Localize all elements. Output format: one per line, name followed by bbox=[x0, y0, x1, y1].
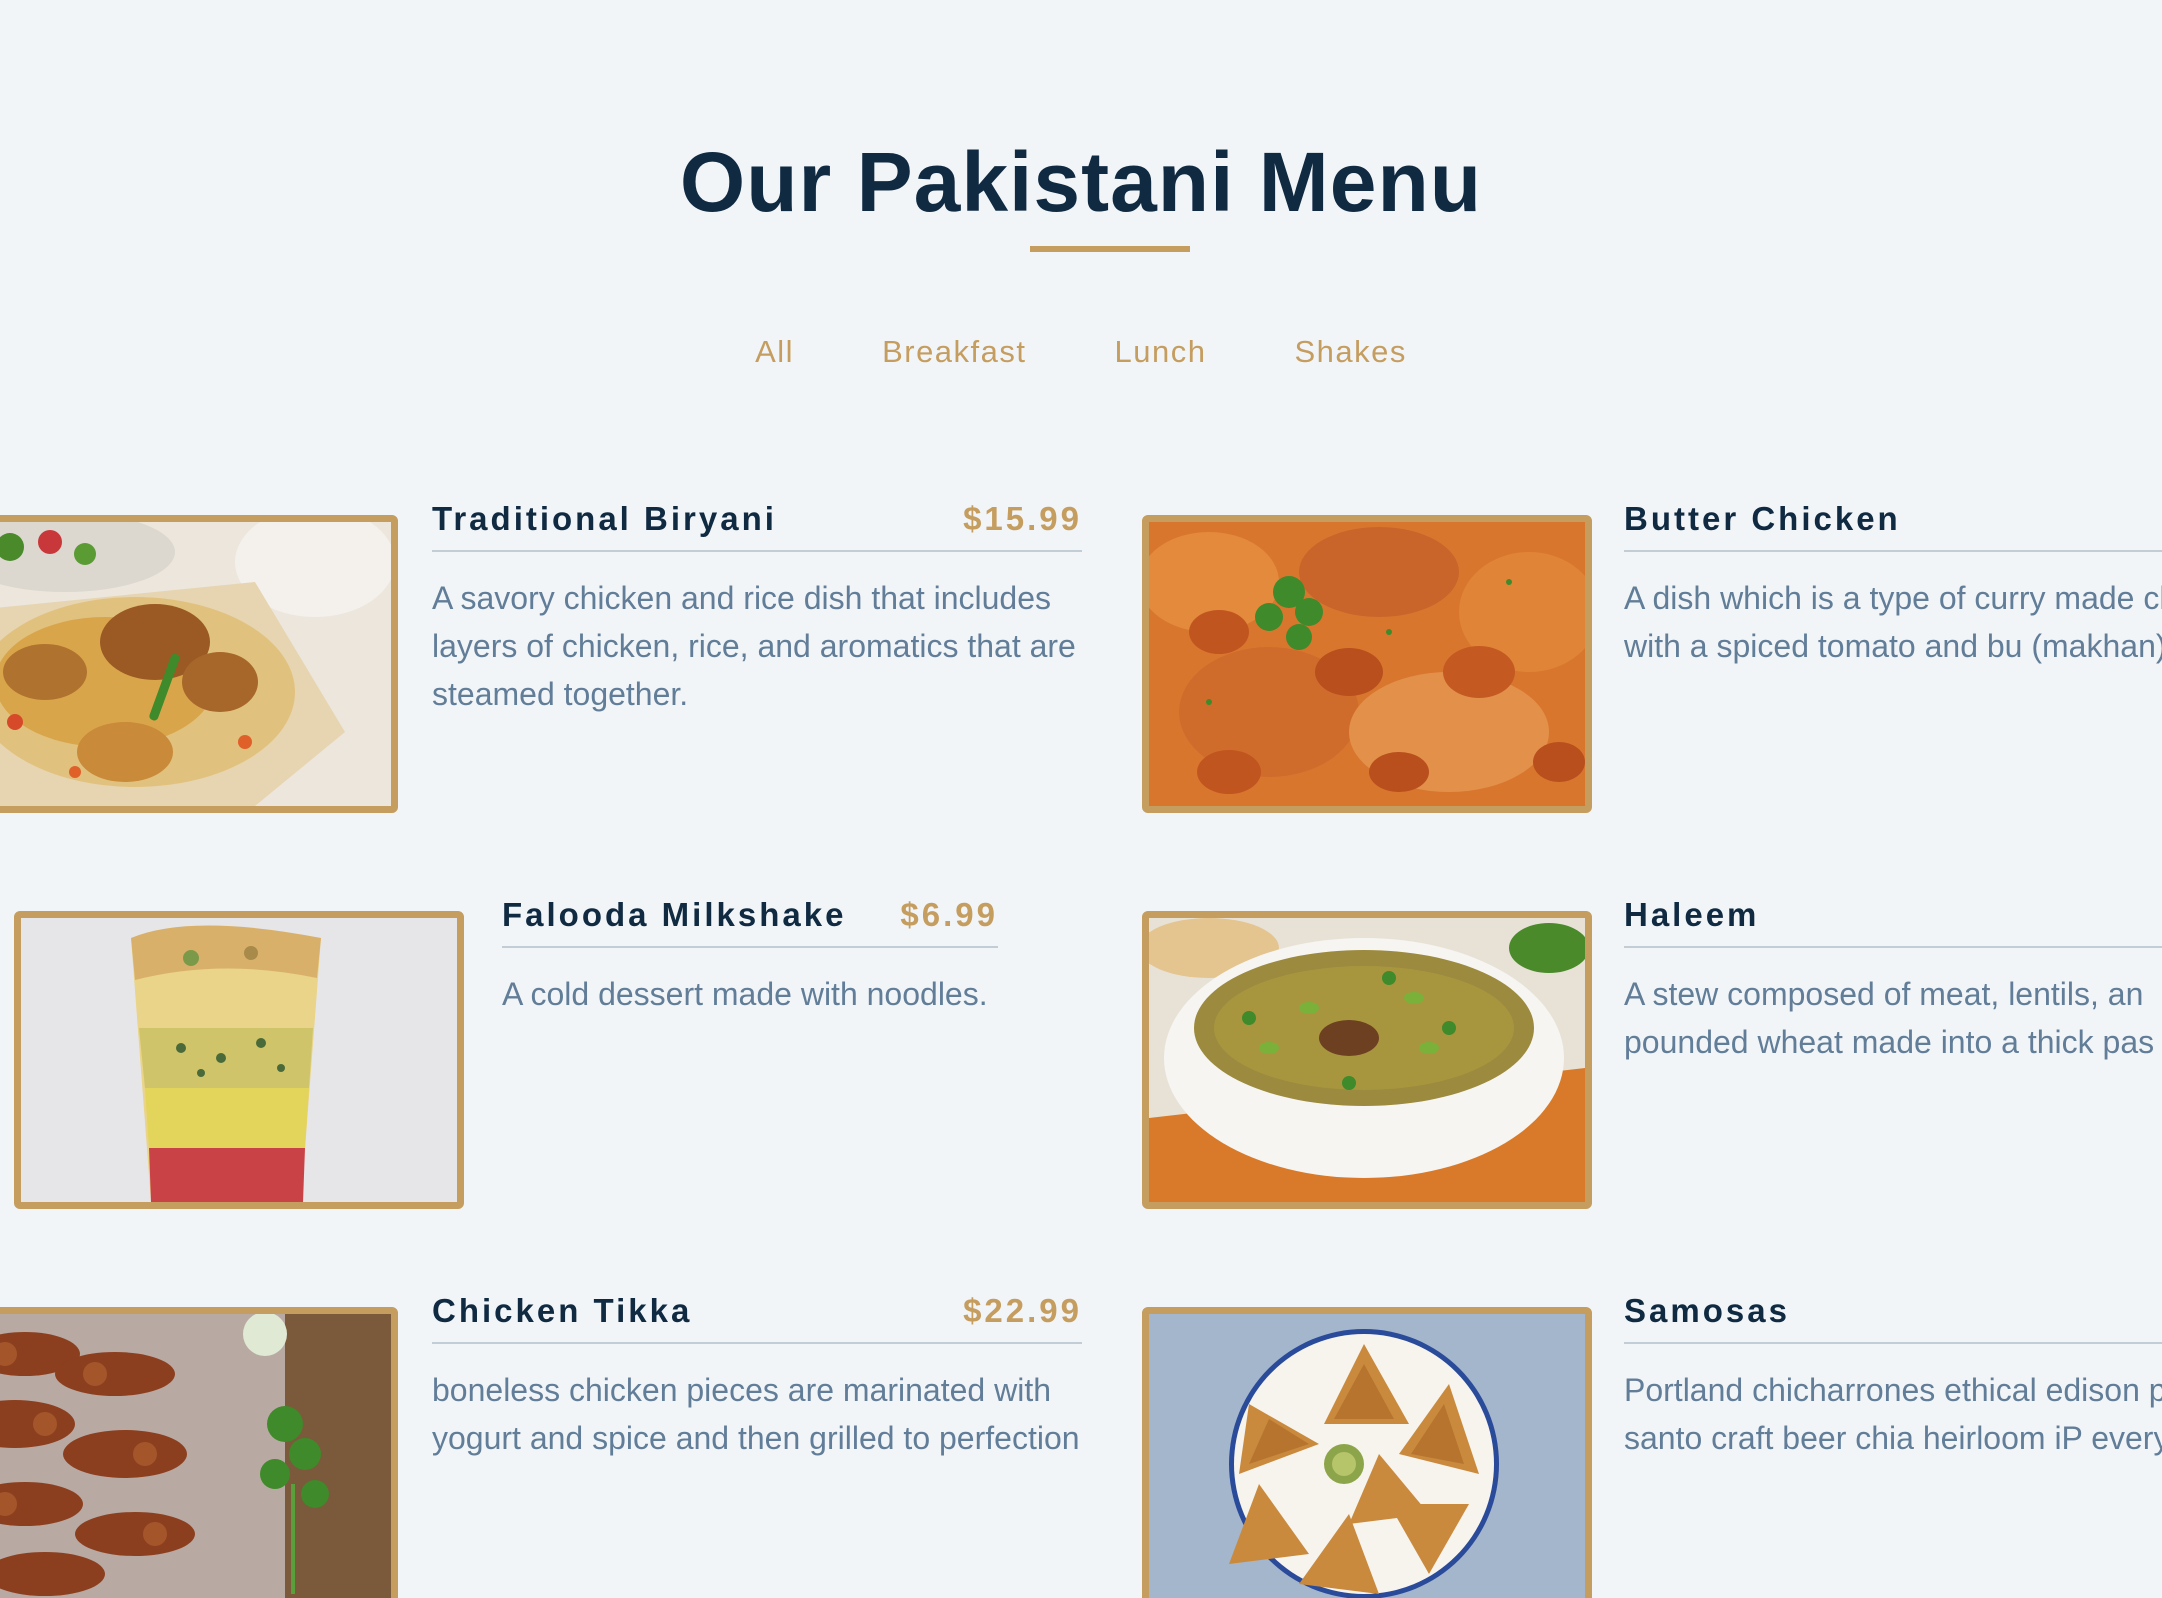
menu-item-info: Falooda Milkshake $6.99 A cold dessert m… bbox=[502, 896, 998, 1018]
biryani-photo bbox=[0, 515, 398, 813]
filter-button-lunch[interactable]: Lunch bbox=[1115, 328, 1207, 376]
menu-page: Our Pakistani Menu All Breakfast Lunch S… bbox=[0, 0, 2162, 1598]
menu-item-header: Samosas bbox=[1624, 1292, 2162, 1344]
menu-item-header: Falooda Milkshake $6.99 bbox=[502, 896, 998, 948]
chicken-tikka-photo bbox=[0, 1307, 398, 1598]
item-description: boneless chicken pieces are marinated wi… bbox=[432, 1372, 1080, 1456]
item-name: Traditional Biryani bbox=[432, 500, 777, 537]
menu-item-info: Traditional Biryani $15.99 A savory chic… bbox=[432, 500, 1082, 718]
menu-item-info: Samosas Portland chicharrones ethical ed… bbox=[1624, 1292, 2162, 1462]
item-name: Falooda Milkshake bbox=[502, 896, 847, 933]
title-underline bbox=[1030, 246, 1190, 252]
haleem-photo bbox=[1142, 911, 1592, 1209]
falooda-photo bbox=[14, 911, 464, 1209]
menu-item-info: Chicken Tikka $22.99 boneless chicken pi… bbox=[432, 1292, 1082, 1462]
menu-item-header: Chicken Tikka $22.99 bbox=[432, 1292, 1082, 1344]
menu-item-header: Haleem bbox=[1624, 896, 2162, 948]
item-description: A savory chicken and rice dish that incl… bbox=[432, 580, 1076, 712]
menu-item-header: Butter Chicken bbox=[1624, 500, 2162, 552]
item-name: Butter Chicken bbox=[1624, 500, 1901, 537]
item-price: $22.99 bbox=[963, 1292, 1082, 1329]
item-name: Haleem bbox=[1624, 896, 1760, 933]
filter-bar: All Breakfast Lunch Shakes bbox=[0, 328, 2162, 376]
samosas-photo bbox=[1142, 1307, 1592, 1598]
item-description: A stew composed of meat, lentils, an pou… bbox=[1624, 976, 2155, 1060]
item-price: $6.99 bbox=[900, 896, 998, 933]
menu-item-header: Traditional Biryani $15.99 bbox=[432, 500, 1082, 552]
filter-button-all[interactable]: All bbox=[755, 328, 794, 376]
menu-item-info: Haleem A stew composed of meat, lentils,… bbox=[1624, 896, 2162, 1066]
filter-button-breakfast[interactable]: Breakfast bbox=[882, 328, 1026, 376]
menu-item-info: Butter Chicken A dish which is a type of… bbox=[1624, 500, 2162, 670]
item-name: Samosas bbox=[1624, 1292, 1790, 1329]
item-description: A dish which is a type of curry made chi… bbox=[1624, 580, 2162, 664]
item-description: A cold dessert made with noodles. bbox=[502, 976, 988, 1012]
item-name: Chicken Tikka bbox=[432, 1292, 693, 1329]
page-title: Our Pakistani Menu bbox=[679, 135, 1483, 229]
item-description: Portland chicharrones ethical edison pal… bbox=[1624, 1372, 2162, 1456]
item-price: $15.99 bbox=[963, 500, 1082, 537]
butter-chicken-photo bbox=[1142, 515, 1592, 813]
filter-button-shakes[interactable]: Shakes bbox=[1294, 328, 1406, 376]
